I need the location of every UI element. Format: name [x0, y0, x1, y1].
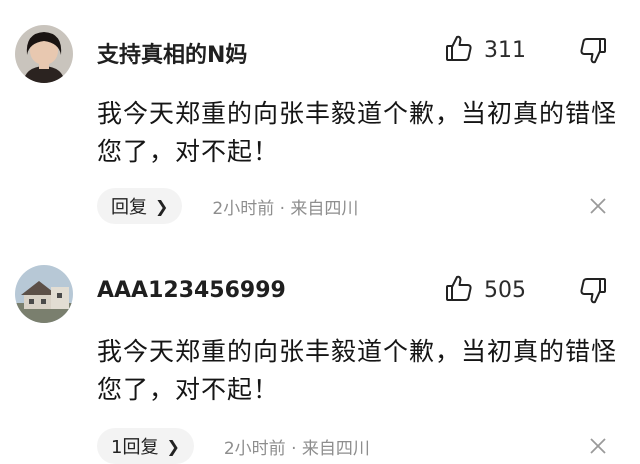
- close-button[interactable]: [586, 194, 610, 218]
- comment-meta: 回复 ❯ 2小时前 · 来自四川: [97, 188, 358, 224]
- close-icon: [586, 198, 610, 222]
- like-button[interactable]: 311: [444, 33, 526, 67]
- thumbs-down-icon: [578, 38, 608, 70]
- close-button[interactable]: [586, 434, 610, 458]
- thumbs-up-icon: [444, 273, 474, 307]
- avatar[interactable]: [15, 265, 73, 323]
- reply-label: 1回复: [111, 437, 159, 458]
- time-location: 2小时前 · 来自四川: [223, 438, 370, 459]
- time-location: 2小时前 · 来自四川: [212, 198, 359, 219]
- chevron-right-icon: ❯: [155, 196, 169, 216]
- comment-text: 我今天郑重的向张丰毅道个歉，当初真的错怪您了，对不起！: [97, 99, 618, 166]
- reply-label: 回复: [111, 197, 147, 218]
- username[interactable]: 支持真相的N妈: [97, 37, 247, 69]
- dislike-button[interactable]: [578, 36, 608, 66]
- like-button[interactable]: 505: [444, 273, 526, 307]
- thumbs-down-icon: [578, 278, 608, 310]
- dislike-button[interactable]: [578, 276, 608, 306]
- thumbs-up-icon: [444, 33, 474, 67]
- avatar[interactable]: [15, 25, 73, 83]
- comment-item: AAA123456999 505 我今天郑重的向张丰毅道个歉，当初真的错怪您了，…: [0, 240, 640, 464]
- username[interactable]: AAA123456999: [97, 278, 286, 303]
- comment-item: 支持真相的N妈 311 我今天郑重的向张丰毅道个歉，当初真的错怪您了，对不起！ …: [0, 0, 640, 240]
- like-count: 505: [484, 277, 526, 303]
- chevron-right-icon: ❯: [166, 436, 180, 456]
- reply-button[interactable]: 回复 ❯: [97, 188, 183, 224]
- like-count: 311: [484, 37, 526, 63]
- close-icon: [586, 438, 610, 462]
- comment-text: 我今天郑重的向张丰毅道个歉，当初真的错怪您了，对不起！: [97, 337, 618, 404]
